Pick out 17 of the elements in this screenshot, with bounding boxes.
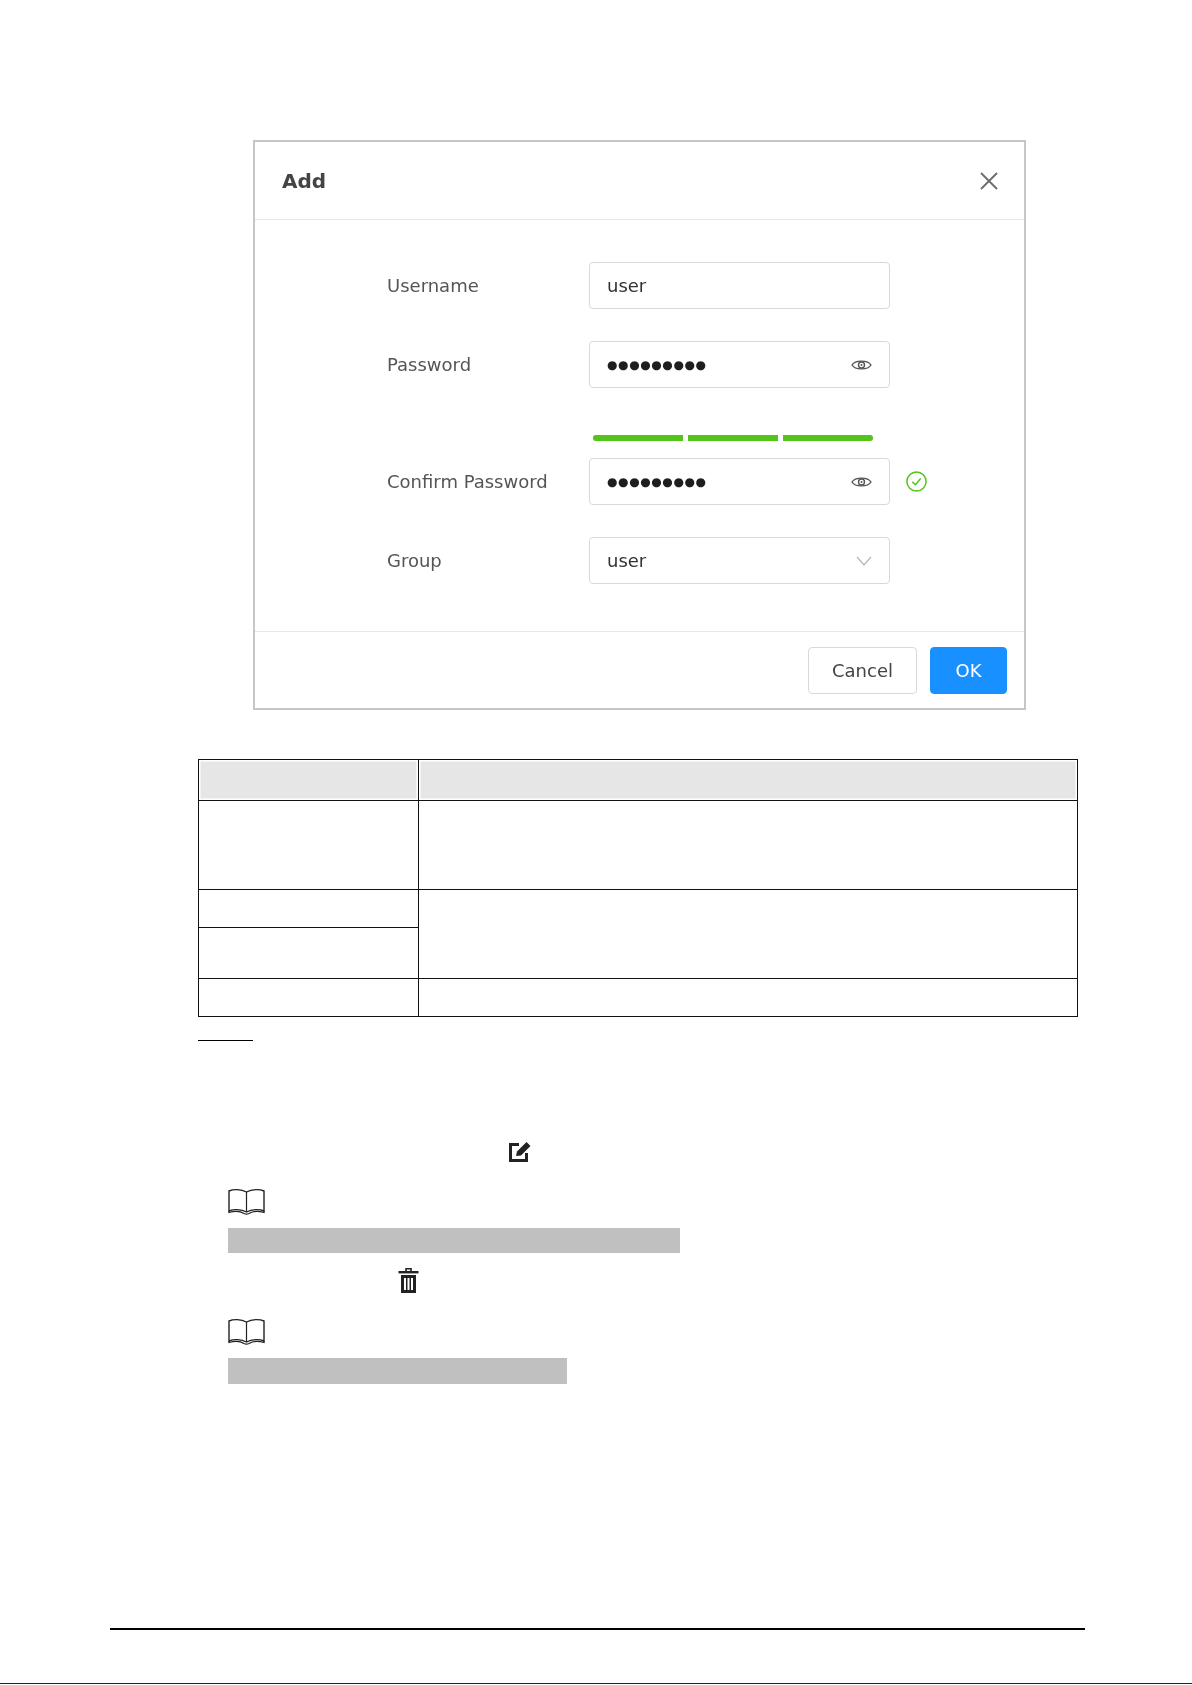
field-label: Confirm Password <box>387 471 549 492</box>
input-field[interactable]: user <box>589 262 890 309</box>
field-label: Group <box>387 550 443 571</box>
dialog-title: Add <box>282 168 327 193</box>
cancel-button[interactable]: Cancel <box>808 647 917 694</box>
field-label: Password <box>387 354 473 375</box>
eye-icon[interactable] <box>851 474 872 489</box>
book-icon <box>228 1188 265 1215</box>
password-field[interactable]: ●●●●●●●●● <box>589 458 890 505</box>
close-icon[interactable] <box>980 171 998 190</box>
field-label: Username <box>387 275 480 296</box>
book-icon <box>228 1318 265 1345</box>
password-field[interactable]: ●●●●●●●●● <box>589 341 890 388</box>
edit-icon <box>508 1141 533 1163</box>
eye-icon[interactable] <box>851 357 872 372</box>
dropdown-select[interactable]: user <box>589 537 890 584</box>
trash-icon <box>398 1268 419 1293</box>
